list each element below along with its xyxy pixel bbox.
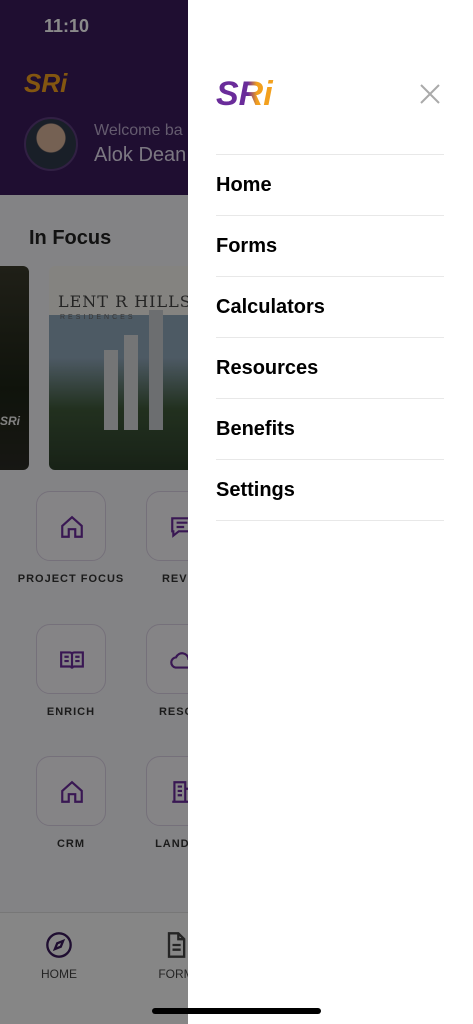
- menu-item-settings[interactable]: Settings: [216, 460, 444, 521]
- logo-text: SRi: [216, 77, 274, 109]
- home-indicator[interactable]: [152, 1008, 321, 1014]
- menu-item-resources[interactable]: Resources: [216, 338, 444, 399]
- navigation-drawer: SRi Home Forms Calculators Resources Ben…: [188, 0, 473, 1024]
- close-button[interactable]: [416, 80, 444, 108]
- menu-item-benefits[interactable]: Benefits: [216, 399, 444, 460]
- sri-logo: SRi: [216, 77, 274, 109]
- menu-item-home[interactable]: Home: [216, 155, 444, 216]
- drawer-menu: Home Forms Calculators Resources Benefit…: [216, 154, 444, 521]
- menu-item-calculators[interactable]: Calculators: [216, 277, 444, 338]
- menu-item-forms[interactable]: Forms: [216, 216, 444, 277]
- close-icon: [420, 84, 440, 104]
